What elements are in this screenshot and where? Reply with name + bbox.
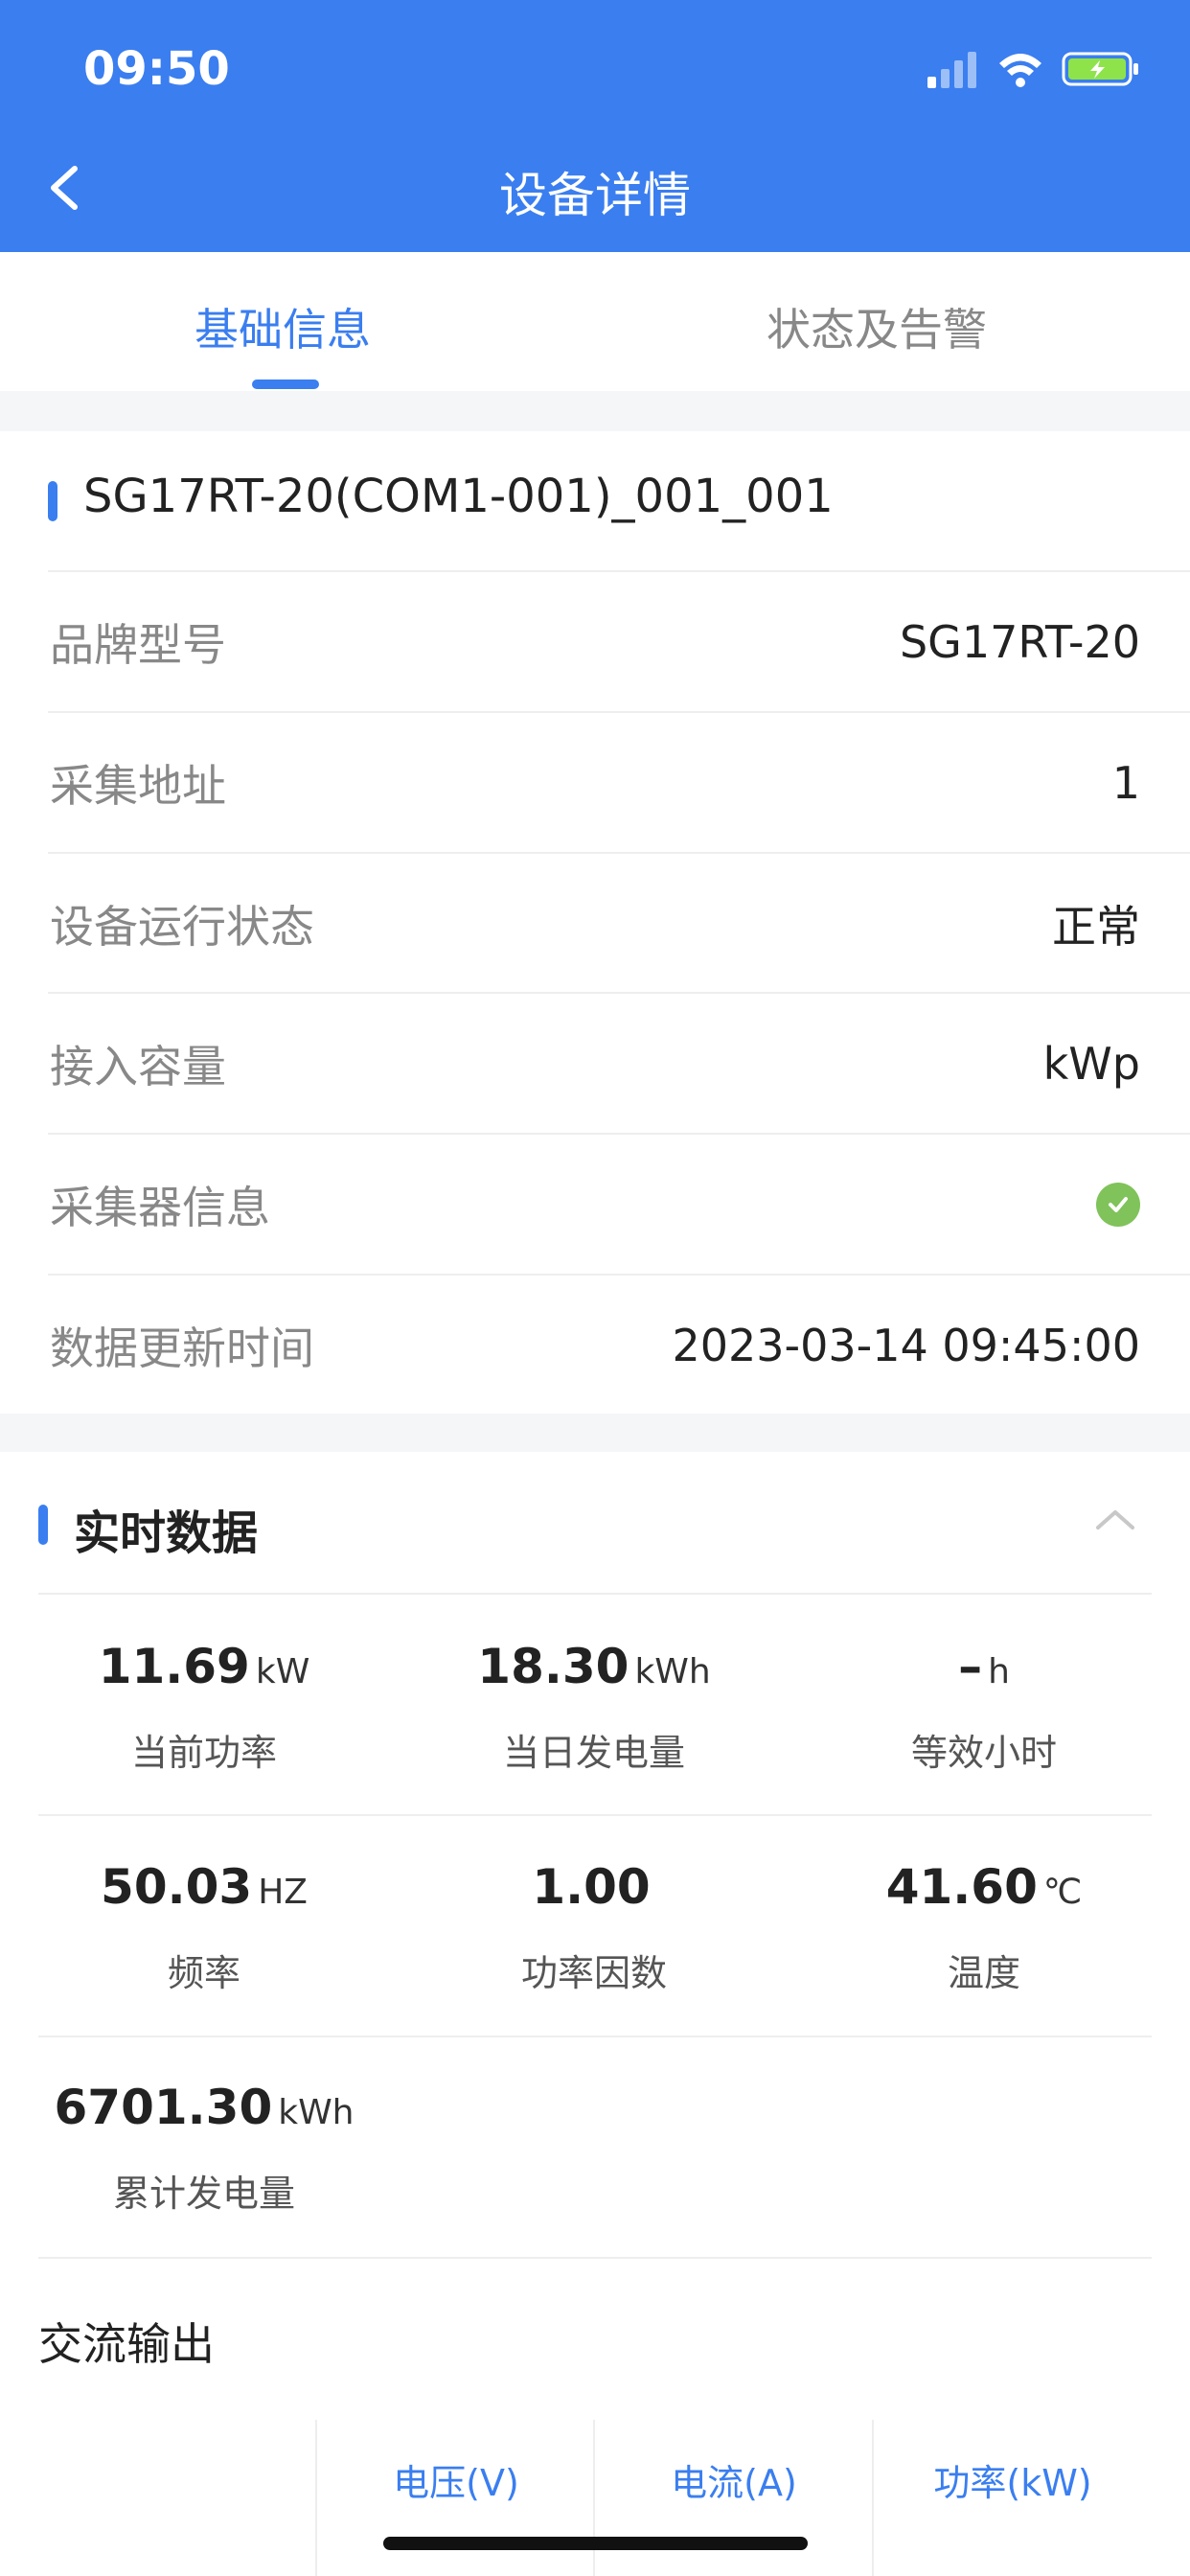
table-header-current: 电流(A)	[671, 2462, 797, 2504]
metric-value: 1.00	[532, 1859, 651, 1915]
metric-temperature: 41.60 ℃ 温度	[792, 1859, 1176, 1996]
chevron-up-icon[interactable]	[1092, 1505, 1138, 1533]
realtime-card	[0, 1452, 1190, 2576]
metric-unit: HZ	[258, 1873, 308, 1912]
row-value: 1	[1111, 757, 1140, 809]
status-icons	[926, 48, 1140, 90]
metric-daily-energy: 18.30 kWh 当日发电量	[402, 1639, 786, 1776]
tab-bar: 基础信息 状态及告警	[0, 252, 1190, 391]
row-label: 品牌型号	[50, 619, 226, 671]
metric-caption: 功率因数	[520, 1952, 667, 1994]
metric-caption: 等效小时	[910, 1732, 1057, 1774]
realtime-title: 实时数据	[74, 1506, 259, 1560]
metric-frequency: 50.03 HZ 频率	[12, 1859, 396, 1996]
signal-icon	[927, 52, 976, 88]
info-row-collector[interactable]: 采集器信息	[50, 1135, 1140, 1275]
metric-unit: kWh	[278, 2093, 355, 2132]
metric-unit: h	[988, 1652, 1010, 1691]
metric-value: 18.30	[477, 1639, 629, 1694]
home-indicator[interactable]	[383, 2537, 808, 2550]
ac-output-title: 交流输出	[38, 2318, 215, 2370]
section-accent	[38, 1505, 48, 1545]
check-circle-icon	[1096, 1183, 1140, 1227]
metric-caption: 当日发电量	[502, 1732, 685, 1774]
info-row-capacity: 接入容量 kWp	[50, 994, 1140, 1134]
metric-power-factor: 1.00 功率因数	[402, 1859, 786, 1996]
metric-unit: kW	[255, 1652, 310, 1691]
row-value: 2023-03-14 09:45:00	[672, 1320, 1140, 1371]
metric-value: 6701.30	[54, 2080, 273, 2135]
info-row-collect-address: 采集地址 1	[50, 713, 1140, 853]
tab-basic-info[interactable]: 基础信息	[195, 295, 371, 358]
metric-caption: 累计发电量	[112, 2173, 295, 2215]
active-tab-indicator	[252, 380, 319, 389]
metric-equivalent-hours: – h 等效小时	[792, 1639, 1176, 1776]
status-time: 09:50	[83, 42, 230, 96]
metric-caption: 当前功率	[130, 1732, 277, 1774]
metric-total-energy: 6701.30 kWh 累计发电量	[12, 2080, 396, 2217]
row-value: SG17RT-20	[899, 616, 1140, 668]
metric-value: 11.69	[98, 1639, 250, 1694]
row-value: 正常	[1052, 901, 1140, 953]
divider	[38, 1593, 1152, 1595]
tab-status-alarm[interactable]: 状态及告警	[767, 295, 987, 358]
section-accent	[48, 481, 57, 521]
device-name: SG17RT-20(COM1-001)_001_001	[83, 470, 834, 523]
divider	[38, 1814, 1152, 1816]
info-row-update-time: 数据更新时间 2023-03-14 09:45:00	[50, 1276, 1140, 1415]
divider	[38, 2257, 1152, 2259]
page-title: 设备详情	[499, 168, 691, 223]
metric-unit: kWh	[634, 1652, 711, 1691]
row-label: 设备运行状态	[50, 901, 314, 953]
battery-icon	[1062, 52, 1138, 86]
row-label: 数据更新时间	[50, 1322, 314, 1374]
table-header-power: 功率(kW)	[933, 2462, 1092, 2504]
metric-unit: ℃	[1042, 1873, 1083, 1912]
row-label: 接入容量	[50, 1041, 226, 1092]
metric-value: –	[958, 1639, 983, 1694]
wifi-icon	[999, 54, 1041, 87]
metric-caption: 频率	[167, 1952, 240, 1994]
row-value: kWp	[1042, 1038, 1140, 1090]
app-header: 09:50 设备详情	[0, 0, 1190, 252]
metric-current-power: 11.69 kW 当前功率	[12, 1639, 396, 1776]
divider	[38, 2036, 1152, 2037]
row-label: 采集地址	[50, 760, 226, 812]
info-row-brand-model: 品牌型号 SG17RT-20	[50, 572, 1140, 712]
row-label: 采集器信息	[50, 1182, 270, 1233]
metric-caption: 温度	[947, 1952, 1020, 1994]
table-header-voltage: 电压(V)	[393, 2462, 519, 2504]
info-row-run-status: 设备运行状态 正常	[50, 854, 1140, 994]
metric-value: 41.60	[885, 1859, 1038, 1915]
metric-value: 50.03	[101, 1859, 253, 1915]
